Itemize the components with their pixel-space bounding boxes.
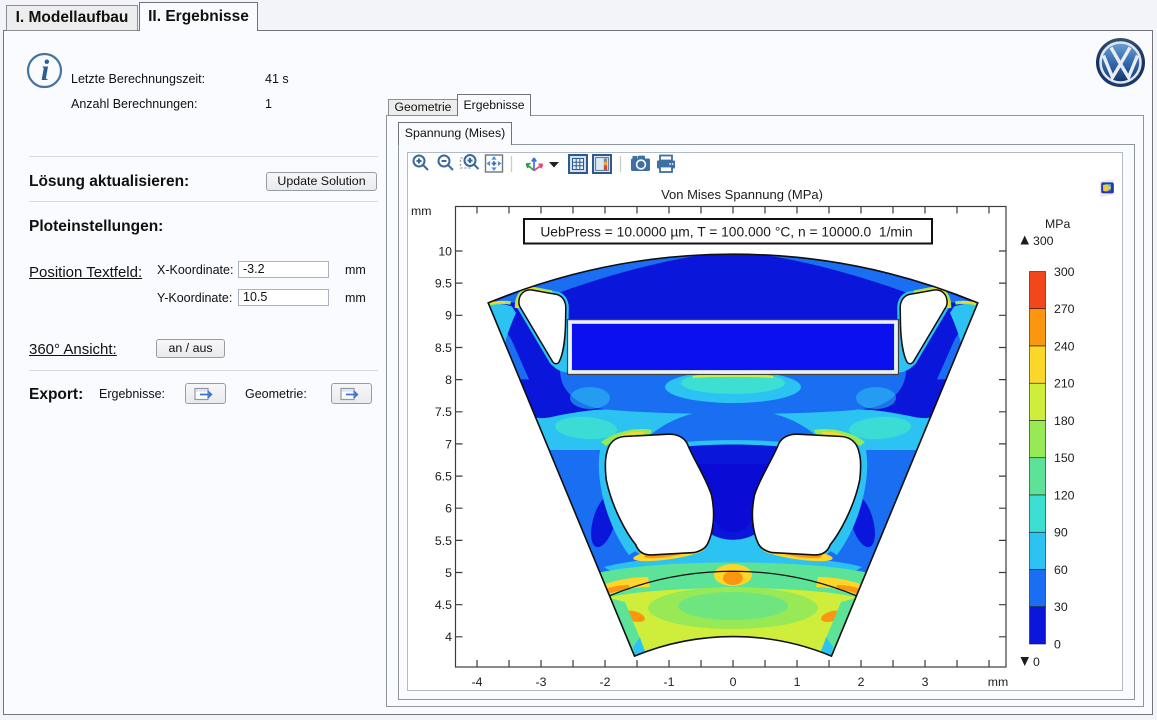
svg-text:5: 5 (445, 566, 452, 580)
svg-text:10: 10 (438, 244, 452, 258)
svg-text:i: i (41, 54, 50, 87)
svg-text:7.5: 7.5 (435, 405, 452, 419)
svg-text:150: 150 (1054, 451, 1075, 465)
svg-text:300: 300 (1054, 265, 1075, 279)
svg-text:5.5: 5.5 (435, 534, 452, 548)
svg-text:2: 2 (858, 675, 865, 689)
svg-text:mm: mm (988, 675, 1009, 689)
svg-text:7: 7 (445, 437, 452, 451)
svg-text:6.5: 6.5 (435, 469, 452, 483)
svg-text:90: 90 (1054, 526, 1068, 540)
svg-text:120: 120 (1054, 488, 1075, 502)
svg-text:0: 0 (1033, 655, 1040, 669)
svg-text:mm: mm (411, 204, 432, 218)
svg-text:180: 180 (1054, 414, 1075, 428)
svg-text:8.5: 8.5 (435, 341, 452, 355)
svg-text:Von Mises Spannung (MPa): Von Mises Spannung (MPa) (661, 187, 823, 202)
svg-text:MPa: MPa (1045, 217, 1070, 231)
svg-text:30: 30 (1054, 600, 1068, 614)
svg-text:270: 270 (1054, 302, 1075, 316)
svg-text:1: 1 (794, 675, 801, 689)
svg-text:60: 60 (1054, 563, 1068, 577)
svg-text:0: 0 (730, 675, 737, 689)
svg-text:0: 0 (1054, 637, 1061, 651)
svg-text:UebPress = 10.0000 µm, T = 100: UebPress = 10.0000 µm, T = 100.000 °C, n… (540, 225, 912, 240)
svg-text:4: 4 (445, 630, 452, 644)
svg-text:9.5: 9.5 (435, 277, 452, 291)
svg-text:-1: -1 (664, 675, 675, 689)
svg-text:3: 3 (922, 675, 929, 689)
svg-text:300: 300 (1033, 234, 1054, 248)
svg-text:4.5: 4.5 (435, 598, 452, 612)
svg-text:6: 6 (445, 502, 452, 516)
svg-text:-3: -3 (536, 675, 547, 689)
svg-text:9: 9 (445, 309, 452, 323)
svg-text:-2: -2 (600, 675, 611, 689)
svg-text:8: 8 (445, 373, 452, 387)
svg-text:240: 240 (1054, 339, 1075, 353)
svg-text:210: 210 (1054, 377, 1075, 391)
svg-text:-4: -4 (472, 675, 483, 689)
